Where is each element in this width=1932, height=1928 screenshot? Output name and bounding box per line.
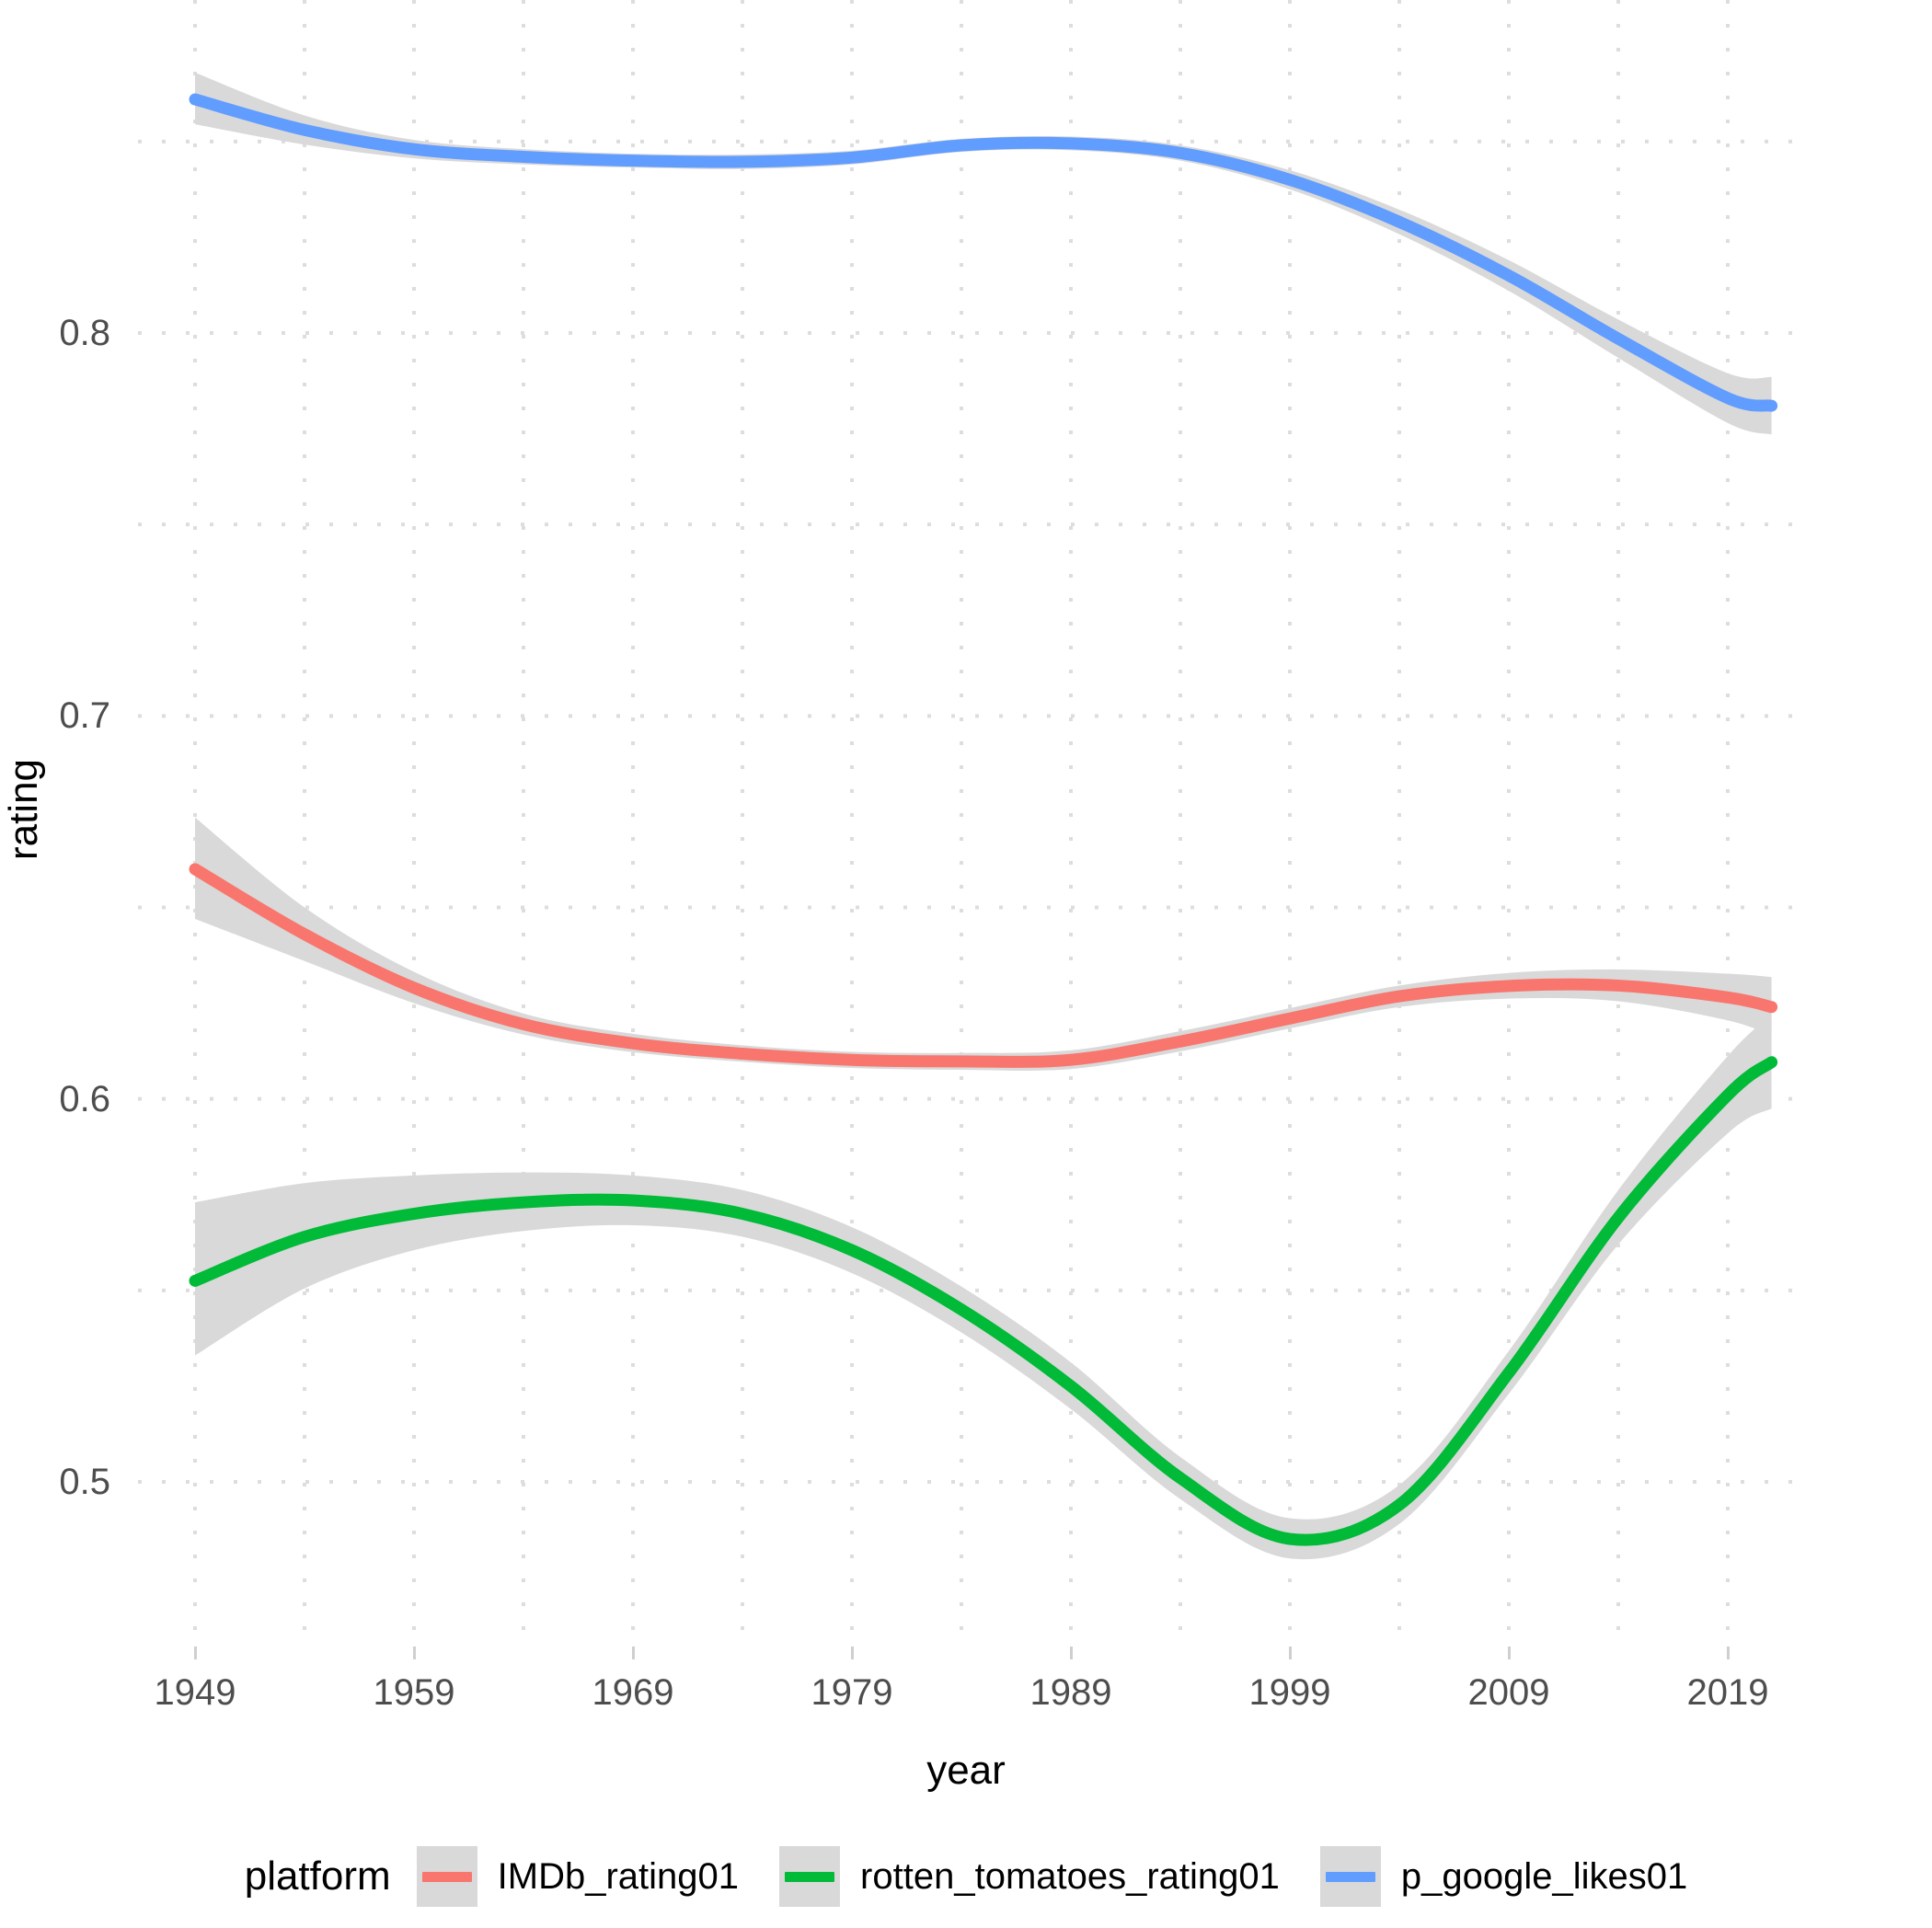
gridlines xyxy=(138,0,1794,1647)
x-tick-mark-2009 xyxy=(1508,1647,1511,1659)
x-tick-mark-1979 xyxy=(851,1647,854,1659)
x-tick-mark-1999 xyxy=(1289,1647,1292,1659)
legend-item-rotten_tomatoes_rating01[interactable]: rotten_tomatoes_rating01 xyxy=(779,1846,1320,1907)
legend: platform IMDb_rating01 rotten_tomatoes_ra… xyxy=(0,1835,1932,1918)
x-tick-label-2009: 2009 xyxy=(1467,1672,1550,1713)
x-tick-label-1989: 1989 xyxy=(1029,1672,1112,1713)
x-tick-label-1999: 1999 xyxy=(1248,1672,1331,1713)
confidence-ribbon-rotten_tomatoes_rating01 xyxy=(195,1015,1772,1560)
plot-panel-wrapper: 0.5 0.6 0.7 0.8 1949 1959 1969 1979 1989 1999 200… xyxy=(0,0,1932,1713)
x-tick-mark-1949 xyxy=(194,1647,197,1659)
legend-items: IMDb_rating01 rotten_tomatoes_rating01 p_g… xyxy=(416,1846,1688,1907)
trend-line-IMDb_rating01 xyxy=(189,863,1778,1068)
legend-label-IMDb_rating01: IMDb_rating01 xyxy=(497,1855,740,1897)
x-tick-label-1969: 1969 xyxy=(592,1672,674,1713)
legend-key-swatch-rotten_tomatoes_rating01 xyxy=(779,1846,841,1907)
legend-item-p_google_likes01[interactable]: p_google_likes01 xyxy=(1319,1846,1688,1907)
x-tick-label-1959: 1959 xyxy=(373,1672,455,1713)
plot-svg xyxy=(138,0,1794,1647)
y-tick-label-0.5: 0.5 xyxy=(59,1462,110,1502)
y-tick-label-0.6: 0.6 xyxy=(59,1078,110,1119)
legend-line-sample-rotten_tomatoes_rating01 xyxy=(785,1872,835,1882)
legend-line-sample-p_google_likes01 xyxy=(1325,1872,1375,1882)
legend-label-rotten_tomatoes_rating01: rotten_tomatoes_rating01 xyxy=(860,1855,1280,1897)
x-tick-mark-1969 xyxy=(632,1647,635,1659)
plot-panel xyxy=(138,0,1794,1647)
x-tick-mark-2019 xyxy=(1727,1647,1730,1659)
x-tick-mark-1989 xyxy=(1070,1647,1073,1659)
legend-title: platform xyxy=(244,1853,391,1899)
legend-key-swatch-IMDb_rating01 xyxy=(416,1846,477,1907)
confidence-ribbon-IMDb_rating01 xyxy=(195,817,1772,1071)
y-axis-title: rating xyxy=(1,758,46,861)
x-tick-label-1979: 1979 xyxy=(811,1672,893,1713)
y-tick-label-0.8: 0.8 xyxy=(59,313,110,353)
legend-item-IMDb_rating01[interactable]: IMDb_rating01 xyxy=(416,1846,779,1907)
confidence-ribbon-p_google_likes01 xyxy=(195,72,1772,435)
x-tick-label-2019: 2019 xyxy=(1686,1672,1769,1713)
chart-canvas: 0.5 0.6 0.7 0.8 1949 1959 1969 1979 1989 1999 200… xyxy=(0,0,1932,1928)
legend-line-sample-IMDb_rating01 xyxy=(421,1872,472,1882)
trend-line-p_google_likes01 xyxy=(189,93,1778,412)
x-tick-mark-1959 xyxy=(413,1647,416,1659)
legend-key-swatch-p_google_likes01 xyxy=(1319,1846,1381,1907)
x-axis-title: year xyxy=(926,1748,1006,1793)
x-tick-label-1949: 1949 xyxy=(154,1672,236,1713)
legend-label-p_google_likes01: p_google_likes01 xyxy=(1400,1855,1688,1897)
